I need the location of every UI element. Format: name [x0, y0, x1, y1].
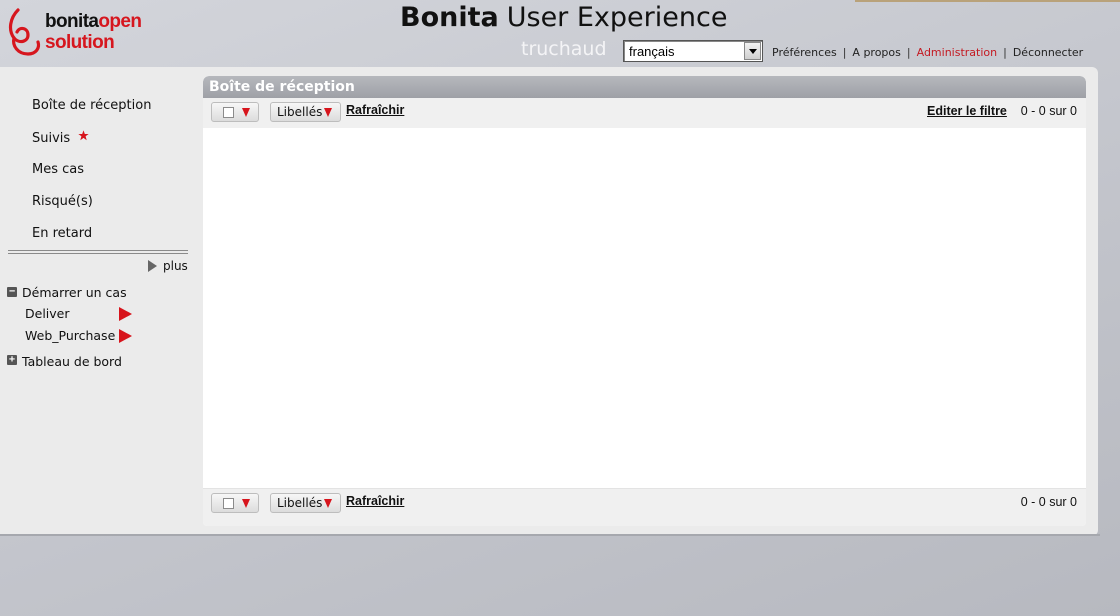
sidebar-divider: [8, 250, 188, 254]
link-separator: |: [1003, 46, 1007, 59]
select-all-checkbox[interactable]: [223, 498, 234, 509]
bonita-logo-icon: [8, 8, 41, 56]
link-separator: |: [842, 46, 847, 59]
app-title: Bonita User Experience: [400, 2, 727, 33]
sidebar-item-at-risk[interactable]: Risqué(s): [32, 194, 93, 209]
sidebar-item-followed[interactable]: Suivis: [32, 130, 89, 146]
about-link[interactable]: A propos: [852, 46, 900, 59]
dropdown-arrow-icon: [324, 499, 332, 508]
refresh-link[interactable]: Rafraîchir: [346, 494, 404, 508]
username-label: truchaud: [521, 38, 607, 60]
more-label: plus: [163, 259, 188, 273]
bottom-band: [0, 534, 1100, 536]
administration-link[interactable]: Administration: [917, 46, 998, 59]
sidebar-item-label: Suivis: [32, 131, 71, 146]
start-process-icon[interactable]: [119, 329, 132, 343]
sidebar-item-my-cases[interactable]: Mes cas: [32, 162, 84, 177]
expand-right-icon: [148, 260, 157, 272]
refresh-link[interactable]: Rafraîchir: [346, 103, 404, 117]
select-all-checkbox[interactable]: [223, 107, 234, 118]
inbox-title: Boîte de réception: [209, 79, 355, 95]
inbox-list-area: [203, 128, 1086, 488]
labels-button[interactable]: Libellés: [270, 102, 341, 122]
inbox-panel: Boîte de réception Libellés Rafraîchir E…: [203, 76, 1086, 526]
collapse-icon[interactable]: −: [7, 287, 17, 297]
sidebar-item-overdue[interactable]: En retard: [32, 226, 92, 241]
dropdown-arrow-icon: [242, 499, 250, 508]
sidebar-panel: [0, 67, 198, 536]
process-item-web-purchase[interactable]: Web_Purchase: [25, 328, 115, 343]
expand-icon[interactable]: +: [7, 355, 17, 365]
dashboard-label[interactable]: Tableau de bord: [22, 354, 122, 369]
start-process-icon[interactable]: [119, 307, 132, 321]
dropdown-arrow-icon: [324, 108, 332, 117]
edit-filter-link[interactable]: Editer le filtre: [927, 104, 1007, 118]
more-link[interactable]: plus: [148, 259, 188, 273]
preferences-link[interactable]: Préférences: [772, 46, 837, 59]
bonita-logo: bonitaopen solution: [6, 8, 156, 60]
dropdown-arrow-icon[interactable]: [744, 42, 761, 60]
select-all-button[interactable]: [211, 493, 259, 513]
labels-button[interactable]: Libellés: [270, 493, 341, 513]
app-title-brand: Bonita: [400, 2, 499, 33]
language-select-value: français: [629, 44, 675, 59]
pager-status: 0 - 0 sur 0: [1020, 495, 1077, 509]
language-select[interactable]: français: [623, 40, 763, 62]
select-all-button[interactable]: [211, 102, 259, 122]
app-title-rest: User Experience: [506, 2, 728, 33]
start-case-label[interactable]: Démarrer un cas: [22, 285, 127, 300]
inbox-toolbar-top: Libellés Rafraîchir Editer le filtre 0 -…: [203, 98, 1086, 128]
labels-button-label: Libellés: [277, 496, 323, 510]
top-links: Préférences | A propos | Administration | Déco…: [772, 46, 1083, 59]
link-separator: |: [906, 46, 911, 59]
process-item-deliver[interactable]: Deliver: [25, 306, 70, 321]
pager-status: 0 - 0 sur 0: [1020, 104, 1077, 118]
logout-link[interactable]: Déconnecter: [1013, 46, 1083, 59]
star-icon: [78, 130, 89, 141]
sidebar-item-inbox[interactable]: Boîte de réception: [32, 98, 151, 113]
inbox-header: Boîte de réception: [203, 76, 1086, 98]
dropdown-arrow-icon: [242, 108, 250, 117]
inbox-toolbar-bottom: Libellés Rafraîchir 0 - 0 sur 0: [203, 488, 1086, 526]
labels-button-label: Libellés: [277, 105, 323, 119]
top-decoration-strip: [855, 0, 1120, 2]
